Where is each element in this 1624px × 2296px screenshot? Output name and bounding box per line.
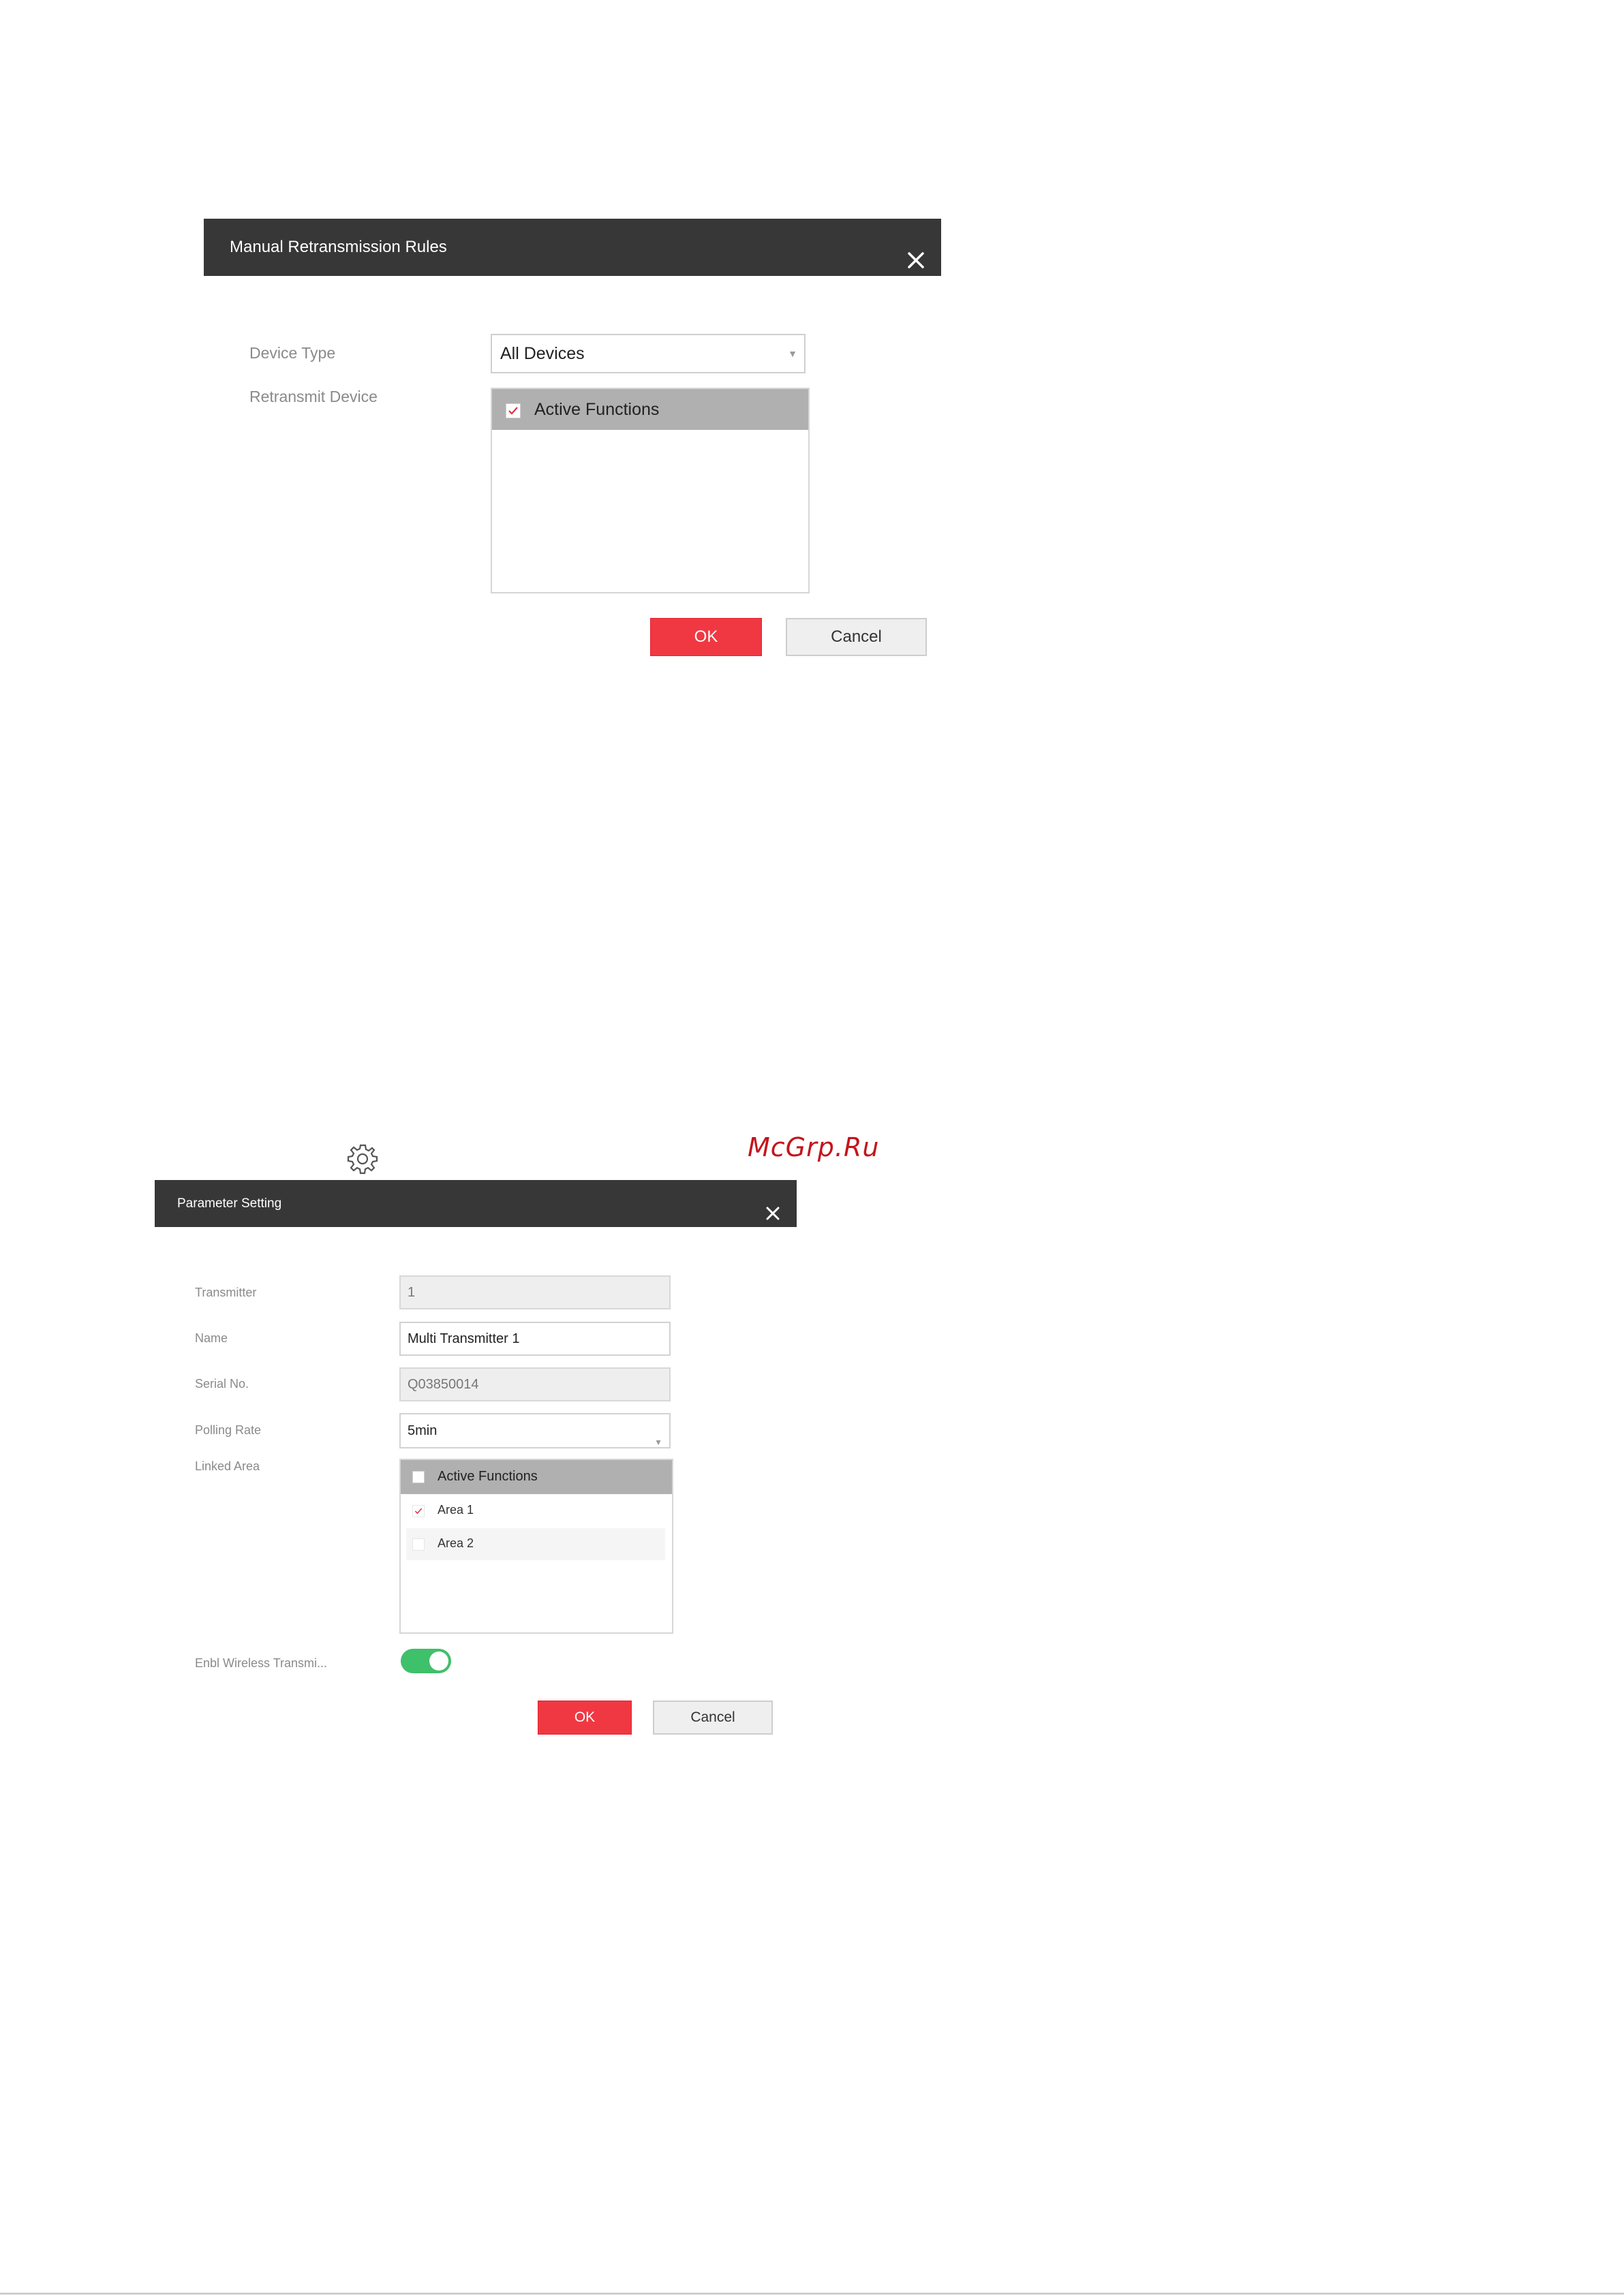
dialog-header: Manual Retransmission Rules: [204, 219, 941, 276]
chevron-down-icon: ▼: [788, 348, 797, 359]
enable-wireless-toggle[interactable]: [401, 1649, 451, 1673]
watermark-text: McGrp.Ru: [748, 1132, 880, 1162]
polling-rate-value: 5min: [408, 1423, 438, 1438]
page-bottom-divider: [0, 2293, 1624, 2295]
device-type-value: All Devices: [500, 344, 585, 363]
serial-label: Serial No.: [195, 1377, 249, 1391]
transmitter-field: 1: [399, 1275, 671, 1309]
list-header[interactable]: Active Functions: [401, 1460, 672, 1494]
ok-button[interactable]: OK: [538, 1701, 632, 1735]
list-header[interactable]: Active Functions: [492, 389, 808, 430]
area-label: Area 2: [438, 1536, 474, 1550]
chevron-down-icon: ▼: [654, 1438, 662, 1447]
cancel-button[interactable]: Cancel: [653, 1701, 773, 1735]
device-type-label: Device Type: [249, 344, 336, 362]
serial-value: Q03850014: [408, 1377, 479, 1392]
list-item[interactable]: Area 1: [406, 1495, 665, 1527]
list-header-label: Active Functions: [534, 400, 660, 419]
checkbox-unchecked[interactable]: [412, 1471, 425, 1483]
name-input[interactable]: Multi Transmitter 1: [399, 1322, 671, 1356]
polling-rate-label: Polling Rate: [195, 1423, 262, 1437]
gear-icon[interactable]: [346, 1143, 379, 1175]
dialog-title: Parameter Setting: [177, 1196, 282, 1211]
device-type-select[interactable]: All Devices ▼: [491, 334, 806, 373]
list-item[interactable]: Area 2: [406, 1528, 665, 1560]
area-label: Area 1: [438, 1503, 474, 1517]
cancel-button[interactable]: Cancel: [786, 618, 927, 656]
polling-rate-select[interactable]: 5min ▼: [399, 1413, 671, 1448]
enable-wireless-label: Enbl Wireless Transmi...: [195, 1656, 328, 1670]
name-value: Multi Transmitter 1: [408, 1331, 520, 1346]
retransmit-device-list: Active Functions: [491, 388, 810, 593]
linked-area-label: Linked Area: [195, 1459, 260, 1473]
checkbox-checked[interactable]: [412, 1505, 425, 1517]
transmitter-value: 1: [408, 1285, 416, 1300]
dialog-title: Manual Retransmission Rules: [230, 238, 447, 256]
close-icon[interactable]: [906, 237, 926, 268]
serial-field: Q03850014: [399, 1367, 671, 1401]
close-icon[interactable]: [764, 1195, 782, 1220]
list-header-label: Active Functions: [438, 1469, 538, 1484]
ok-button[interactable]: OK: [650, 618, 762, 656]
retransmit-device-label: Retransmit Device: [249, 388, 378, 405]
dialog-header: Parameter Setting: [155, 1180, 797, 1227]
name-label: Name: [195, 1331, 228, 1345]
toggle-knob: [429, 1651, 448, 1671]
checkbox-checked[interactable]: [506, 403, 521, 418]
transmitter-label: Transmitter: [195, 1286, 257, 1299]
linked-area-list: Active Functions Area 1 Area 2: [399, 1459, 673, 1634]
checkbox-unchecked[interactable]: [412, 1538, 425, 1551]
